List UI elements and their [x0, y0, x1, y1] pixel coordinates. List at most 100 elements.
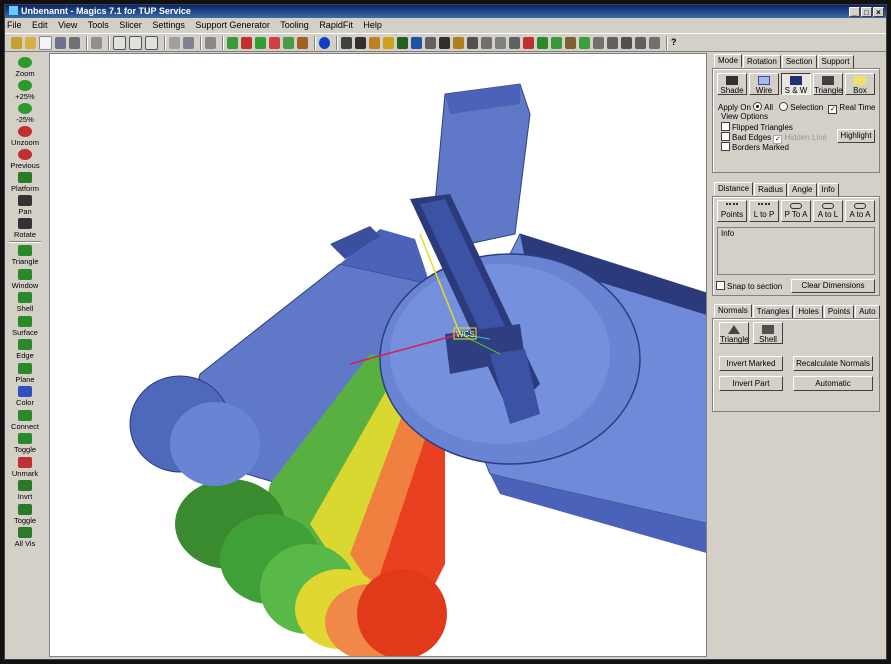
snap-to-section-checkbox[interactable] — [716, 281, 725, 290]
shell-icon[interactable] — [481, 36, 492, 49]
tool-25-button[interactable]: +25% — [5, 80, 45, 101]
measure-line-to-point-button[interactable]: L to P — [749, 200, 779, 222]
tab-holes[interactable]: Holes — [794, 305, 823, 318]
section-icon[interactable] — [495, 36, 506, 49]
title-bar[interactable]: Unbenannt - Magics 7.1 for TUP Service _… — [5, 5, 886, 18]
bar-chart-icon[interactable] — [635, 36, 646, 49]
tab-normals[interactable]: Normals — [714, 304, 752, 317]
move-icon[interactable] — [183, 36, 194, 49]
tab-info[interactable]: Info — [817, 183, 839, 196]
3d-viewport[interactable]: WCS — [49, 53, 707, 657]
fix-wizard-icon[interactable] — [297, 36, 308, 49]
tab-rotation[interactable]: Rotation — [743, 55, 781, 68]
cost-icon[interactable] — [355, 36, 366, 49]
view-top-icon[interactable] — [145, 35, 158, 50]
maximize-button[interactable]: □ — [861, 7, 872, 17]
mode-wire-button[interactable]: Wire — [749, 73, 779, 95]
flipped-triangles-checkbox[interactable] — [721, 122, 730, 131]
tab-angle[interactable]: Angle — [788, 183, 817, 196]
tool-triangle-button[interactable]: Triangle — [5, 245, 45, 266]
menu-settings[interactable]: Settings — [152, 20, 185, 30]
menu-rapidfit[interactable]: RapidFit — [319, 20, 353, 30]
boolean-icon[interactable] — [467, 36, 478, 49]
menu-help[interactable]: Help — [363, 20, 382, 30]
print-icon[interactable] — [69, 36, 80, 49]
tool-surface-button[interactable]: Surface — [5, 315, 45, 337]
mode-shade-wire-button[interactable]: S & W — [781, 73, 811, 95]
tool-connect-button[interactable]: Connect — [5, 409, 45, 431]
tool-unzoom-button[interactable]: Unzoom — [5, 126, 45, 147]
menu-file[interactable]: File — [7, 20, 22, 30]
tool-invrt-button[interactable]: Invrt — [5, 480, 45, 501]
tool-window-button[interactable]: Window — [5, 268, 45, 290]
perforate-icon[interactable] — [425, 36, 436, 49]
tool-rotate-button[interactable]: Rotate — [5, 218, 45, 239]
tool-zoom-button[interactable]: Zoom — [5, 57, 45, 78]
grid-icon[interactable] — [621, 36, 632, 49]
tab-mode[interactable]: Mode — [714, 54, 743, 67]
tool-edge-button[interactable]: Edge — [5, 339, 45, 360]
info-icon[interactable] — [319, 36, 330, 49]
tool-shell-button[interactable]: Shell — [5, 292, 45, 313]
automatic-button[interactable]: Automatic — [793, 376, 873, 391]
view-front-icon[interactable] — [113, 35, 126, 50]
fork-icon[interactable] — [593, 36, 604, 49]
shell-select-button[interactable]: Shell — [753, 322, 783, 344]
recalculate-normals-button[interactable]: Recalculate Normals — [793, 356, 873, 371]
measure-point-to-arc-button[interactable]: P To A — [781, 200, 811, 222]
measure-points-button[interactable]: Points — [717, 200, 747, 222]
import-icon[interactable] — [25, 36, 36, 49]
translate-icon[interactable] — [227, 36, 238, 49]
bad-edges-checkbox[interactable] — [721, 132, 730, 141]
open-icon[interactable] — [11, 36, 22, 49]
tab-triangles[interactable]: Triangles — [752, 305, 794, 318]
borders-marked-checkbox[interactable] — [721, 142, 730, 151]
mirror-icon[interactable] — [269, 36, 280, 49]
invert-part-button[interactable]: Invert Part — [719, 376, 783, 391]
nest-icon[interactable] — [509, 36, 520, 49]
tool-plane-button[interactable]: Plane — [5, 362, 45, 384]
menu-edit[interactable]: Edit — [32, 20, 48, 30]
menu-support-generator[interactable]: Support Generator — [195, 20, 270, 30]
duplicate-icon[interactable] — [283, 36, 294, 49]
close-button[interactable]: × — [873, 7, 884, 17]
clear-dimensions-button[interactable]: Clear Dimensions — [791, 279, 875, 293]
mode-triangle-button[interactable]: Triangle — [813, 73, 843, 95]
tool-all-vis-button[interactable]: All Vis — [5, 527, 45, 548]
mode-shade-button[interactable]: Shade — [717, 73, 747, 95]
measure-arc-to-arc-button[interactable]: A to A — [845, 200, 875, 222]
tool-color-button[interactable]: Color — [5, 386, 45, 407]
tab-points[interactable]: Points — [823, 305, 855, 318]
stack-icon[interactable] — [607, 36, 618, 49]
tool-pan-button[interactable]: Pan — [5, 195, 45, 216]
tool-previous-button[interactable]: Previous — [5, 149, 45, 170]
support-icon[interactable] — [537, 36, 548, 49]
tree-icon[interactable] — [551, 36, 562, 49]
rotate-part-icon[interactable] — [241, 36, 252, 49]
tool-toggle-button[interactable]: Toggle — [5, 433, 45, 454]
invert-marked-button[interactable]: Invert Marked — [719, 356, 783, 371]
help-icon[interactable]: ? — [671, 37, 677, 49]
hand-icon[interactable] — [205, 36, 216, 49]
undo-icon[interactable] — [91, 36, 102, 49]
cut-icon[interactable] — [397, 36, 408, 49]
tab-support[interactable]: Support — [817, 55, 854, 68]
slice-icon[interactable] — [649, 36, 660, 49]
tool-toggle-button[interactable]: Toggle — [5, 503, 45, 525]
magnet-icon[interactable] — [523, 36, 534, 49]
tool-platform-button[interactable]: Platform — [5, 172, 45, 193]
tool-25-button[interactable]: -25% — [5, 103, 45, 124]
tool-unmark-button[interactable]: Unmark — [5, 456, 45, 478]
menu-view[interactable]: View — [58, 20, 77, 30]
weight-icon[interactable] — [341, 36, 352, 49]
apply-selection-radio[interactable] — [779, 102, 789, 111]
apply-all-radio[interactable] — [753, 102, 763, 111]
offset-icon[interactable] — [453, 36, 464, 49]
support-gen-icon[interactable] — [579, 36, 590, 49]
triangle-reduce-icon[interactable] — [383, 36, 394, 49]
tab-auto[interactable]: Auto — [855, 305, 880, 318]
tab-section[interactable]: Section — [781, 55, 817, 68]
menu-tools[interactable]: Tools — [88, 20, 109, 30]
menu-tooling[interactable]: Tooling — [280, 20, 309, 30]
save-icon[interactable] — [55, 36, 66, 49]
